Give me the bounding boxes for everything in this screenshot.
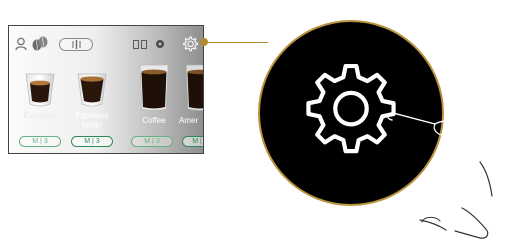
drink-americano[interactable]: Amer [179, 63, 203, 125]
cups-indicator-icon [133, 40, 147, 49]
drink-coffee[interactable]: Coffee [129, 63, 179, 125]
drink-settings-chip[interactable]: M | [182, 136, 203, 147]
drink-settings-chip[interactable]: M | 3 [19, 136, 61, 147]
drink-espresso-lungo[interactable]: Espresso lungo [67, 68, 117, 129]
espresso-cup-icon [25, 73, 55, 107]
drink-label: Espresso lungo [75, 111, 109, 129]
profile-icon[interactable] [15, 37, 27, 51]
drink-label: Amer [179, 116, 199, 125]
coffee-beans-icon[interactable] [31, 36, 49, 52]
callout-anchor-dot [200, 38, 208, 46]
machine-display: Espresso Espresso lungo Coffee Amer M | … [8, 25, 204, 154]
settings-gear-icon[interactable] [181, 35, 199, 53]
drink-settings-chip[interactable]: M | 3 [131, 136, 173, 147]
callout-connector-line [205, 42, 268, 43]
drink-label: Coffee [142, 116, 166, 125]
hand-tap-icon [387, 112, 493, 240]
grinder-pill-button[interactable] [59, 38, 93, 51]
rinse-icon[interactable] [155, 39, 165, 49]
coffee-glass-icon [139, 64, 169, 111]
drink-settings-chip[interactable]: M | 3 [71, 136, 113, 147]
top-bar [9, 26, 203, 60]
espresso-lungo-cup-icon [77, 73, 107, 107]
americano-glass-icon [185, 64, 203, 111]
grinder-pill-icon [72, 40, 81, 49]
drink-espresso[interactable]: Espresso [15, 68, 65, 120]
drink-label: Espresso [23, 111, 57, 120]
